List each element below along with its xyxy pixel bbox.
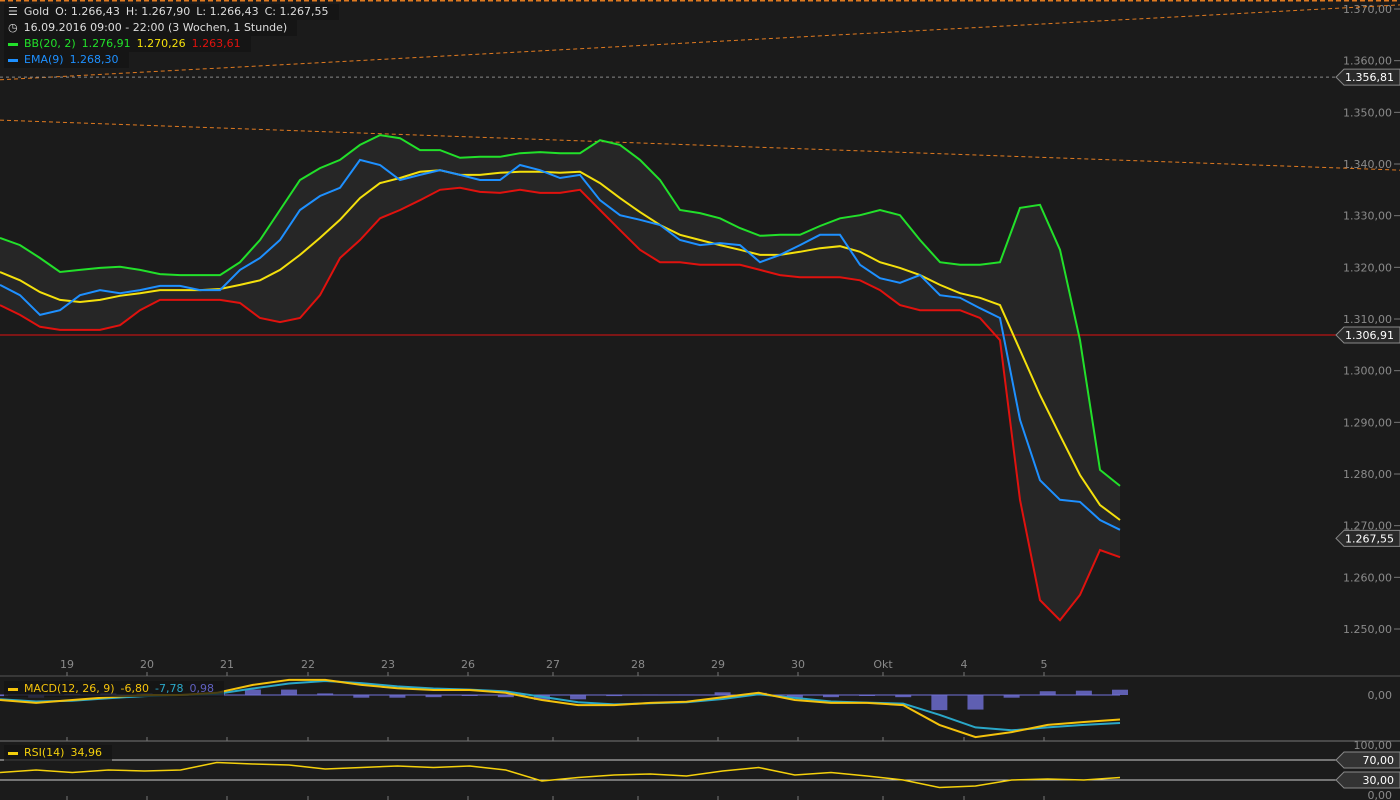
x-tick-label: 23 bbox=[381, 658, 395, 671]
x-tick-label: 20 bbox=[140, 658, 154, 671]
y-tick-label: 0,00 bbox=[1368, 689, 1393, 702]
ohlc-legend: ☰ Gold O: 1.266,43 H: 1.267,90 L: 1.266,43 C:… bbox=[4, 4, 339, 20]
ema-line bbox=[0, 158, 1121, 531]
x-tick-label: 22 bbox=[301, 658, 315, 671]
x-tick-label: Okt bbox=[873, 658, 893, 671]
macd-value: -6,80 bbox=[120, 682, 150, 695]
rsi-value: 34,96 bbox=[70, 746, 102, 759]
symbol-label: Gold bbox=[23, 5, 50, 18]
x-tick-label: 4 bbox=[961, 658, 968, 671]
period-label: 16.09.2016 09:00 - 22:00 (3 Wochen, 1 St… bbox=[23, 21, 288, 34]
ema-legend[interactable]: EMA(9) 1.268,30 bbox=[4, 52, 129, 68]
x-tick-label: 21 bbox=[220, 658, 234, 671]
price-tag-label: 1.306,91 bbox=[1345, 329, 1394, 342]
macd-histogram-bar bbox=[931, 695, 948, 711]
y-tick-label: 100,00 bbox=[1354, 739, 1393, 752]
signal-value: -7,78 bbox=[155, 682, 184, 695]
macd-histogram-bar bbox=[281, 689, 298, 695]
y-tick-label: 1.310,00 bbox=[1343, 313, 1392, 326]
chart-canvas: 1.370,001.360,001.350,001.340,001.330,00… bbox=[0, 0, 1400, 800]
macd-histogram-bar bbox=[1039, 691, 1056, 695]
rsi-level-tag-label: 30,00 bbox=[1363, 774, 1395, 787]
bb-lower-line bbox=[0, 186, 1121, 622]
price-tag-label: 1.267,55 bbox=[1345, 532, 1394, 545]
y-tick-label: 1.370,00 bbox=[1343, 3, 1392, 16]
high-value: H: 1.267,90 bbox=[125, 5, 191, 18]
x-tick-label: 30 bbox=[791, 658, 805, 671]
trendline bbox=[0, 119, 1400, 171]
low-value: L: 1.266,43 bbox=[196, 5, 259, 18]
x-tick-label: 27 bbox=[546, 658, 560, 671]
rsi-line bbox=[0, 761, 1121, 789]
macd-histogram-bar bbox=[570, 695, 587, 700]
macd-legend[interactable]: MACD(12, 26, 9) -6,80 -7,78 0,98 bbox=[4, 681, 224, 697]
clock-icon: ◷ bbox=[8, 21, 18, 34]
y-tick-label: 0,00 bbox=[1368, 789, 1393, 800]
y-tick-label: 1.350,00 bbox=[1343, 106, 1392, 119]
y-tick-label: 1.280,00 bbox=[1343, 468, 1392, 481]
y-tick-label: 1.360,00 bbox=[1343, 55, 1392, 68]
y-tick-label: 1.320,00 bbox=[1343, 261, 1392, 274]
open-value: O: 1.266,43 bbox=[55, 5, 120, 18]
macd-histogram-bar bbox=[967, 695, 984, 710]
rsi-level-tag-label: 70,00 bbox=[1363, 754, 1395, 767]
x-tick-label: 28 bbox=[631, 658, 645, 671]
period-legend: ◷ 16.09.2016 09:00 - 22:00 (3 Wochen, 1 S… bbox=[4, 20, 298, 36]
bb-mid-value: 1.270,26 bbox=[136, 37, 186, 50]
price-tag-label: 1.356,81 bbox=[1345, 71, 1394, 84]
bb-mid-line bbox=[0, 169, 1121, 521]
close-value: C: 1.267,55 bbox=[264, 5, 329, 18]
y-tick-label: 1.330,00 bbox=[1343, 210, 1392, 223]
rsi-label: RSI(14) bbox=[24, 746, 65, 759]
bb-upper-value: 1.276,91 bbox=[81, 37, 131, 50]
ema-label: EMA(9) bbox=[24, 53, 64, 66]
y-tick-label: 1.250,00 bbox=[1343, 623, 1392, 636]
macd-histogram-bar bbox=[1112, 689, 1128, 695]
bb-label: BB(20, 2) bbox=[24, 37, 76, 50]
ema-value: 1.268,30 bbox=[69, 53, 119, 66]
bb-legend[interactable]: BB(20, 2) 1.276,91 1.270,26 1.263,61 bbox=[4, 36, 251, 52]
x-tick-label: 5 bbox=[1041, 658, 1048, 671]
x-tick-label: 26 bbox=[461, 658, 475, 671]
x-tick-label: 29 bbox=[711, 658, 725, 671]
x-tick-label: 19 bbox=[60, 658, 74, 671]
rsi-legend[interactable]: RSI(14) 34,96 bbox=[4, 745, 112, 761]
y-tick-label: 1.260,00 bbox=[1343, 571, 1392, 584]
y-tick-label: 1.300,00 bbox=[1343, 365, 1392, 378]
bb-lower-value: 1.263,61 bbox=[191, 37, 241, 50]
macd-histogram-bar bbox=[244, 689, 261, 695]
macd-label: MACD(12, 26, 9) bbox=[24, 682, 115, 695]
y-tick-label: 1.290,00 bbox=[1343, 416, 1392, 429]
macd-histogram-bar bbox=[1075, 690, 1092, 695]
hist-value: 0,98 bbox=[189, 682, 214, 695]
bollinger-band-fill bbox=[0, 135, 1120, 621]
bars-icon: ☰ bbox=[8, 5, 18, 18]
